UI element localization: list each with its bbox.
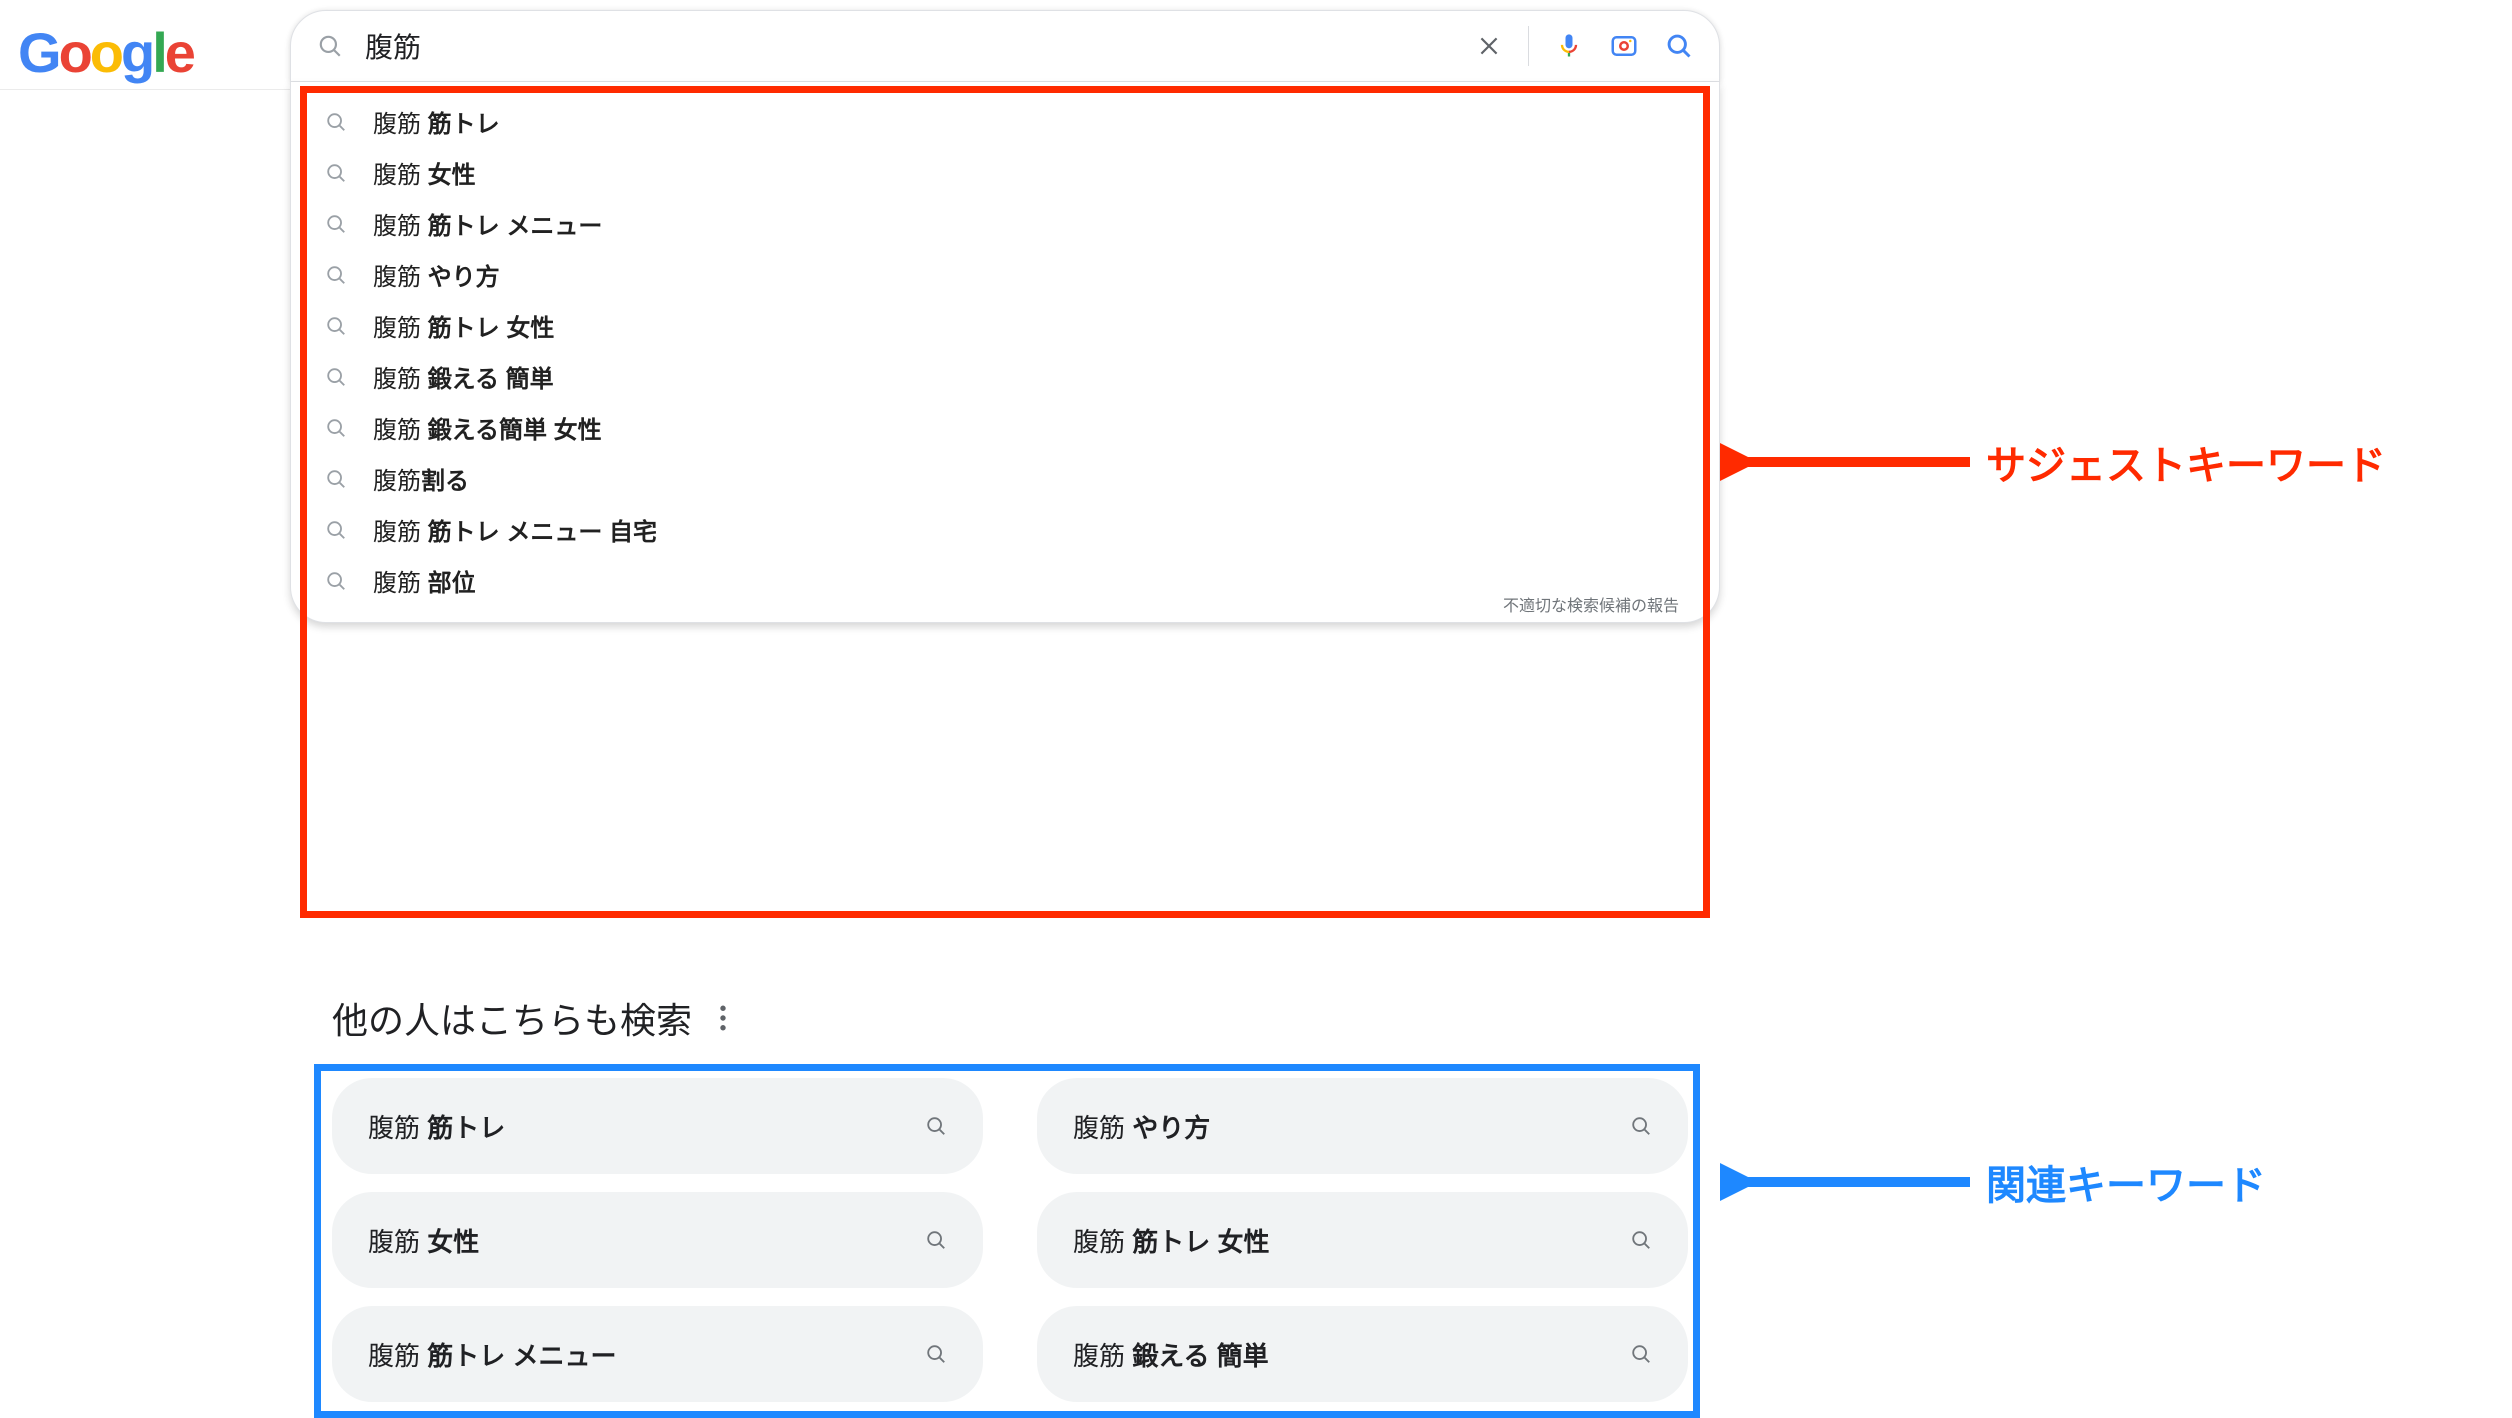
- related-search-chip[interactable]: 腹筋 女性: [332, 1192, 983, 1288]
- suggestion-item[interactable]: 腹筋 筋トレ: [291, 96, 1719, 147]
- arrow-left-icon: [1720, 432, 1970, 492]
- search-icon: [325, 264, 347, 286]
- related-search-chip[interactable]: 腹筋 鍛える 簡単: [1037, 1306, 1688, 1402]
- search-icon: [325, 111, 347, 133]
- logo-letter: G: [18, 21, 59, 84]
- suggestion-text: 腹筋 筋トレ: [373, 104, 500, 139]
- annotation-suggest: サジェストキーワード: [1720, 432, 2386, 492]
- suggestion-text: 腹筋割る: [373, 461, 469, 496]
- suggestion-item[interactable]: 腹筋 鍛える簡単 女性: [291, 402, 1719, 453]
- logo-letter: e: [165, 21, 193, 84]
- suggestion-text: 腹筋 鍛える簡単 女性: [373, 410, 602, 445]
- arrow-left-icon: [1720, 1152, 1970, 1212]
- suggestion-text: 腹筋 筋トレ メニュー 自宅: [373, 512, 657, 547]
- search-icon: [1630, 1115, 1652, 1137]
- search-icon: [325, 417, 347, 439]
- suggestion-item[interactable]: 腹筋 筋トレ メニュー 自宅: [291, 504, 1719, 555]
- suggestion-text: 腹筋 鍛える 簡単: [373, 359, 554, 394]
- report-suggestions-link[interactable]: 不適切な検索候補の報告: [1503, 592, 1679, 616]
- related-chip-text: 腹筋 筋トレ メニュー: [368, 1336, 616, 1373]
- suggestions-dropdown: 腹筋 筋トレ腹筋 女性腹筋 筋トレ メニュー腹筋 やり方腹筋 筋トレ 女性腹筋 …: [290, 82, 1720, 623]
- related-searches-section: 他の人はこちらも検索 腹筋 筋トレ腹筋 やり方腹筋 女性腹筋 筋トレ 女性腹筋 …: [332, 992, 1688, 1402]
- related-search-chip[interactable]: 腹筋 筋トレ 女性: [1037, 1192, 1688, 1288]
- search-icon: [325, 315, 347, 337]
- suggestion-text: 腹筋 女性: [373, 155, 476, 190]
- more-icon[interactable]: [710, 1005, 736, 1031]
- search-icon: [325, 213, 347, 235]
- annotation-related-label: 関連キーワード: [1986, 1153, 2266, 1211]
- suggestion-item[interactable]: 腹筋 女性: [291, 147, 1719, 198]
- search-icon: [325, 366, 347, 388]
- related-chip-text: 腹筋 やり方: [1073, 1108, 1210, 1145]
- suggestion-text: 腹筋 やり方: [373, 257, 500, 292]
- logo-letter: g: [121, 21, 152, 84]
- related-heading: 他の人はこちらも検索: [332, 992, 1688, 1044]
- search-icon: [925, 1229, 947, 1251]
- search-box[interactable]: [290, 10, 1720, 82]
- search-input[interactable]: [365, 30, 1476, 62]
- suggestion-text: 腹筋 部位: [373, 563, 476, 598]
- related-chip-text: 腹筋 筋トレ: [368, 1108, 505, 1145]
- search-icon: [325, 162, 347, 184]
- suggestion-item[interactable]: 腹筋 筋トレ メニュー: [291, 198, 1719, 249]
- related-chip-text: 腹筋 筋トレ 女性: [1073, 1222, 1269, 1259]
- related-heading-text: 他の人はこちらも検索: [332, 992, 692, 1044]
- voice-search-icon[interactable]: [1555, 32, 1583, 60]
- suggestion-text: 腹筋 筋トレ メニュー: [373, 206, 602, 241]
- logo-letter: l: [152, 21, 165, 84]
- search-icon: [1630, 1229, 1652, 1251]
- related-search-chip[interactable]: 腹筋 筋トレ: [332, 1078, 983, 1174]
- suggestion-item[interactable]: 腹筋 やり方: [291, 249, 1719, 300]
- annotation-suggest-label: サジェストキーワード: [1986, 433, 2386, 491]
- image-search-icon[interactable]: [1609, 31, 1639, 61]
- related-chip-text: 腹筋 女性: [368, 1222, 479, 1259]
- logo-letter: o: [90, 21, 121, 84]
- google-logo[interactable]: Google: [18, 20, 193, 85]
- search-container: 腹筋 筋トレ腹筋 女性腹筋 筋トレ メニュー腹筋 やり方腹筋 筋トレ 女性腹筋 …: [290, 10, 1720, 623]
- related-chip-text: 腹筋 鍛える 簡単: [1073, 1336, 1269, 1373]
- annotation-related: 関連キーワード: [1720, 1152, 2266, 1212]
- search-icon: [925, 1343, 947, 1365]
- related-search-chip[interactable]: 腹筋 やり方: [1037, 1078, 1688, 1174]
- search-button-icon[interactable]: [1665, 32, 1693, 60]
- suggestion-item[interactable]: 腹筋割る: [291, 453, 1719, 504]
- suggestion-text: 腹筋 筋トレ 女性: [373, 308, 554, 343]
- related-search-chip[interactable]: 腹筋 筋トレ メニュー: [332, 1306, 983, 1402]
- search-icon: [325, 519, 347, 541]
- divider: [1528, 26, 1529, 66]
- search-icon: [325, 468, 347, 490]
- search-icon: [1630, 1343, 1652, 1365]
- search-icon: [925, 1115, 947, 1137]
- search-icon: [317, 33, 343, 59]
- logo-letter: o: [59, 21, 90, 84]
- clear-icon[interactable]: [1476, 33, 1502, 59]
- search-icon: [325, 570, 347, 592]
- suggestion-item[interactable]: 腹筋 鍛える 簡単: [291, 351, 1719, 402]
- suggestion-item[interactable]: 腹筋 筋トレ 女性: [291, 300, 1719, 351]
